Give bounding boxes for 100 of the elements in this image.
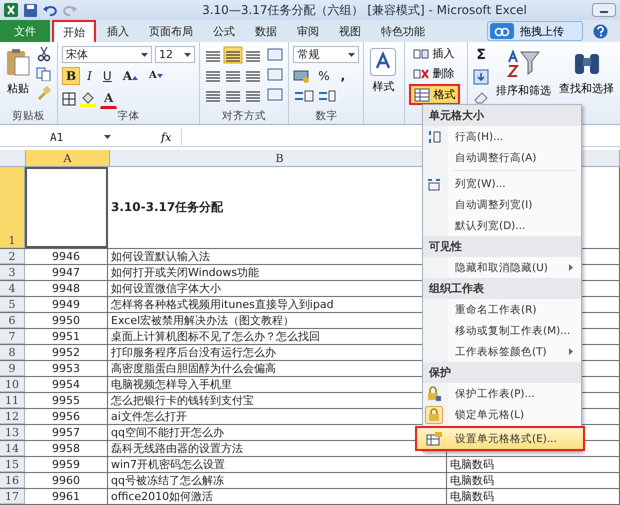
lock-icon	[425, 406, 443, 424]
up-arrow-icon	[132, 76, 138, 80]
find-select-button[interactable]: 查找和选择	[557, 46, 616, 98]
table-cell: 9951	[25, 329, 108, 344]
row-header[interactable]: 2	[0, 249, 25, 264]
styles-button[interactable]: 样式	[368, 46, 398, 96]
row-header[interactable]: 4	[0, 281, 25, 296]
menu-section-header: 可见性	[423, 236, 581, 257]
menu-item[interactable]: 设置单元格格式(E)...	[415, 426, 585, 451]
group-label: 剪贴板	[11, 109, 46, 123]
menu-item[interactable]: 行高(H)...	[423, 126, 581, 147]
row-header[interactable]: 5	[0, 297, 25, 312]
menu-item[interactable]: 列宽(W)...	[423, 173, 581, 194]
insert-button[interactable]: 插入	[409, 44, 458, 63]
help-icon[interactable]	[593, 24, 608, 38]
insert-function-button[interactable]: fx	[155, 130, 178, 144]
row-header[interactable]: 17	[0, 489, 25, 504]
lock-icon	[426, 386, 442, 402]
font-color-button[interactable]: A	[100, 89, 118, 109]
table-cell[interactable]	[25, 167, 108, 248]
grow-font-button[interactable]: A	[118, 67, 142, 85]
menu-section-header: 保护	[423, 362, 581, 383]
row-header[interactable]: 10	[0, 377, 25, 392]
shrink-font-button[interactable]: A	[145, 67, 167, 85]
borders-icon[interactable]	[62, 92, 76, 106]
font-name-field[interactable]: 宋体	[62, 46, 152, 63]
ribbon-tab[interactable]: 页面布局	[140, 20, 202, 42]
decimal-icons-drawing[interactable]	[293, 89, 338, 103]
sort-filter-icon	[506, 48, 540, 80]
ribbon-tab[interactable]: 开始	[52, 20, 96, 42]
autosum-button[interactable]: Σ	[472, 46, 490, 64]
group-label: 字体	[116, 109, 140, 123]
row-header[interactable]: 3	[0, 265, 25, 280]
bold-button[interactable]: B	[62, 67, 80, 85]
table-cell: 9953	[25, 361, 108, 376]
copy-icon[interactable]	[36, 67, 52, 81]
delete-button[interactable]: 删除	[409, 64, 458, 83]
table-cell: office2010如何激活	[108, 489, 447, 504]
row-header[interactable]: 8	[0, 345, 25, 360]
ribbon-tab[interactable]: 视图	[330, 20, 370, 42]
table-cell: 9957	[25, 425, 108, 440]
row-header[interactable]: 1	[0, 167, 25, 248]
caret-icon	[348, 52, 356, 56]
submenu-arrow-icon	[569, 264, 573, 271]
table-cell: 9956	[25, 409, 108, 424]
format-button[interactable]: 格式	[409, 84, 460, 105]
row-header[interactable]: 14	[0, 441, 25, 456]
table-cell: 9946	[25, 249, 108, 264]
font-size-field[interactable]: 12	[155, 46, 195, 63]
underline-button[interactable]: U	[98, 67, 116, 85]
paste-button[interactable]: 粘贴	[4, 46, 32, 100]
row-header[interactable]: 7	[0, 329, 25, 344]
menu-section-header: 组织工作表	[423, 278, 581, 299]
save-icon[interactable]	[24, 4, 37, 16]
format-cells-icon	[426, 432, 442, 446]
row-header[interactable]: 16	[0, 473, 25, 488]
fill-icon[interactable]	[473, 69, 490, 85]
currency-icon[interactable]	[293, 69, 312, 83]
menu-item[interactable]: 默认列宽(D)...	[423, 215, 581, 236]
scissors-icon[interactable]	[37, 46, 51, 62]
row-header[interactable]: 15	[0, 457, 25, 472]
caret-icon[interactable]	[104, 135, 111, 139]
row-header[interactable]: 9	[0, 361, 25, 376]
table-cell: 9949	[25, 297, 108, 312]
number-format-field[interactable]: 常规	[293, 46, 360, 63]
ribbon-tab[interactable]: 审阅	[288, 20, 328, 42]
row-header[interactable]: 11	[0, 393, 25, 408]
excel-icon[interactable]	[4, 3, 18, 17]
row-header[interactable]: 12	[0, 409, 25, 424]
minimize-icon[interactable]	[592, 3, 616, 17]
table-cell: 电脑数码	[447, 489, 620, 504]
ribbon-tab[interactable]: 插入	[98, 20, 138, 42]
table-cell: 电脑数码	[447, 473, 620, 488]
percent-button[interactable]: %	[314, 67, 334, 85]
ribbon-tab[interactable]: 数据	[246, 20, 286, 42]
file-tab[interactable]: 文件	[0, 20, 50, 42]
table-cell: 电脑数码	[447, 457, 620, 472]
ribbon-tab[interactable]: 公式	[204, 20, 244, 42]
row-header[interactable]: 6	[0, 313, 25, 328]
table-cell: 9961	[25, 489, 108, 504]
table-cell: 9959	[25, 457, 108, 472]
ribbon-tab[interactable]: 特色功能	[372, 20, 434, 42]
table-cell: qq号被冻结了怎么解冻	[108, 473, 447, 488]
column-header[interactable]: A	[26, 150, 110, 166]
fill-color-icon[interactable]	[79, 91, 97, 107]
comma-button[interactable]: ,	[336, 67, 350, 85]
down-arrow-icon	[156, 74, 163, 78]
sort-filter-button[interactable]: 排序和筛选	[494, 46, 553, 100]
table-cell: 9947	[25, 265, 108, 280]
table-cell: 9950	[25, 313, 108, 328]
name-box[interactable]: A1	[0, 130, 100, 144]
row-height-icon	[427, 130, 441, 144]
window-title: 3.10—3.17任务分配（六组） [兼容模式] - Microsoft Excel	[201, 2, 528, 18]
italic-button[interactable]: I	[83, 67, 96, 85]
undo-icon[interactable]	[43, 4, 57, 16]
upload-button[interactable]: 拖拽上传	[487, 21, 583, 41]
table-cell: 9954	[25, 377, 108, 392]
menu-item[interactable]: 自动调整列宽(I)	[423, 194, 581, 215]
group-label: 对齐方式	[221, 109, 268, 123]
row-header[interactable]: 13	[0, 425, 25, 440]
